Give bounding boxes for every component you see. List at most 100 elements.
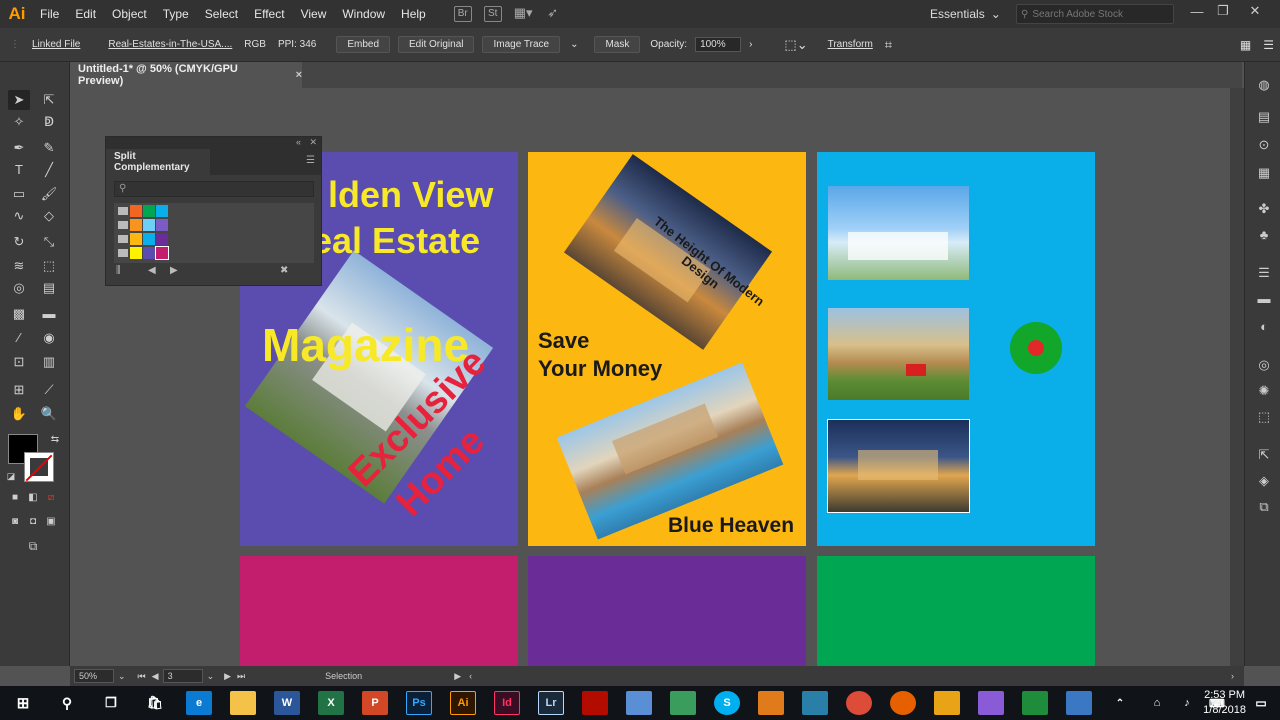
app-icon[interactable] xyxy=(626,691,652,715)
scale-tool-icon[interactable]: ⤡ xyxy=(38,232,60,252)
maximize-icon[interactable]: ❐ xyxy=(1210,0,1236,22)
embed-button[interactable]: Embed xyxy=(336,36,391,53)
gradient-tool-icon[interactable]: ▬ xyxy=(38,304,60,324)
swatch-libraries-icon[interactable]: ⫼ xyxy=(116,265,121,276)
stock-icon[interactable]: St xyxy=(483,6,502,22)
brushes-icon[interactable]: ✤ xyxy=(1255,200,1273,218)
libraries-icon[interactable]: ⊙ xyxy=(1255,136,1273,154)
gpu-icon[interactable]: ➶ xyxy=(544,6,562,22)
color-guide-icon[interactable]: ▦ xyxy=(1255,164,1273,182)
indesign-icon[interactable]: Id xyxy=(494,691,520,715)
photoshop-icon[interactable]: Ps xyxy=(406,691,432,715)
pool-house-photo[interactable] xyxy=(556,362,784,540)
menu-select[interactable]: Select xyxy=(197,0,246,28)
excel-icon[interactable]: X xyxy=(318,691,344,715)
split-complementary-tab[interactable]: Split Complementary xyxy=(106,149,210,175)
swatch[interactable] xyxy=(156,219,168,231)
beach-house-photo[interactable] xyxy=(828,186,969,280)
app-icon[interactable] xyxy=(670,691,696,715)
artboards-icon[interactable]: ⧉ xyxy=(1255,498,1273,516)
curvature-tool-icon[interactable]: ✎ xyxy=(38,138,60,158)
close-tab-icon[interactable]: × xyxy=(296,69,302,81)
swatch[interactable] xyxy=(156,233,168,245)
swatch[interactable] xyxy=(130,247,142,259)
swatch[interactable] xyxy=(156,205,168,217)
zoom-tool-icon[interactable]: 🔍 xyxy=(38,404,60,424)
acrobat-icon[interactable] xyxy=(582,691,608,715)
stroke-icon[interactable]: ☰ xyxy=(1255,264,1273,282)
panel-menu-icon[interactable]: ☰ xyxy=(1257,38,1280,52)
swatch-row[interactable] xyxy=(118,219,169,231)
gradient-icon[interactable]: ▬ xyxy=(1255,290,1273,308)
transform-link[interactable]: Transform xyxy=(822,39,879,50)
skype-icon[interactable]: S xyxy=(714,691,740,715)
arrange-icon[interactable]: ▦▾ xyxy=(514,6,533,22)
width-tool-icon[interactable]: ≋ xyxy=(8,256,30,276)
system-clock[interactable]: 2:53 PM 1/8/2018 xyxy=(1203,686,1246,720)
previous-icon[interactable]: ◀ xyxy=(148,265,156,276)
swatch[interactable] xyxy=(130,205,142,217)
menu-edit[interactable]: Edit xyxy=(67,0,104,28)
chevron-down-icon[interactable]: ⌄ xyxy=(118,671,126,682)
column-graph-tool-icon[interactable]: ▥ xyxy=(38,352,60,372)
menu-view[interactable]: View xyxy=(293,0,335,28)
lasso-tool-icon[interactable]: ↁ xyxy=(38,112,60,132)
blend-tool-icon[interactable]: ◉ xyxy=(38,328,60,348)
app-icon[interactable] xyxy=(1066,691,1092,715)
zoom-level-field[interactable]: 50% xyxy=(74,669,114,683)
file-explorer-icon[interactable] xyxy=(230,691,256,715)
app-icon[interactable] xyxy=(1022,691,1048,715)
type-tool-icon[interactable]: T xyxy=(8,160,30,180)
symbol-sprayer-tool-icon[interactable]: ⊡ xyxy=(8,352,30,372)
chevron-down-icon[interactable]: ⌄ xyxy=(207,671,215,682)
artboard-6[interactable] xyxy=(817,556,1095,666)
task-view-icon[interactable]: ❐ xyxy=(98,691,124,715)
close-icon[interactable]: ✕ xyxy=(309,137,317,148)
artboard-4[interactable] xyxy=(240,556,518,666)
artboard-5[interactable] xyxy=(528,556,806,666)
layers-stack-icon[interactable]: ◈ xyxy=(1255,472,1273,490)
word-icon[interactable]: W xyxy=(274,691,300,715)
store-icon[interactable]: 🛍 xyxy=(142,691,168,715)
close-icon[interactable]: ✕ xyxy=(1242,0,1268,22)
menu-help[interactable]: Help xyxy=(393,0,434,28)
swatch-search-input[interactable]: ⚲ xyxy=(114,181,314,197)
app-icon[interactable] xyxy=(802,691,828,715)
linked-file-name[interactable]: Real-Estates-in-The-USA.... xyxy=(102,39,238,50)
current-tool-status[interactable]: Selection xyxy=(325,671,362,681)
chevron-right-icon[interactable]: › xyxy=(743,39,758,50)
previous-artboard-icon[interactable]: ◀ xyxy=(152,671,159,682)
swatch[interactable] xyxy=(155,246,169,260)
chevron-down-icon[interactable]: ⌄ xyxy=(564,39,584,50)
network-icon[interactable]: ⌂ xyxy=(1144,691,1170,715)
search-icon[interactable]: ⚲ xyxy=(54,691,80,715)
lightroom-icon[interactable]: Lr xyxy=(538,691,564,715)
app-icon[interactable] xyxy=(758,691,784,715)
rotate-tool-icon[interactable]: ↻ xyxy=(8,232,30,252)
paintbrush-tool-icon[interactable]: 🖌 xyxy=(38,184,60,204)
swatch-row[interactable] xyxy=(118,246,169,260)
magic-wand-tool-icon[interactable]: ✧ xyxy=(8,112,30,132)
free-transform-tool-icon[interactable]: ⬚ xyxy=(38,256,60,276)
direct-selection-tool-icon[interactable]: ⇱ xyxy=(38,90,60,110)
volume-icon[interactable]: ♪ xyxy=(1174,691,1200,715)
color-icon[interactable]: ◍ xyxy=(1255,76,1273,94)
swatch[interactable] xyxy=(143,205,155,217)
export-icon[interactable]: ⇱ xyxy=(1255,446,1273,464)
mask-button[interactable]: Mask xyxy=(594,36,641,53)
swap-fill-stroke-icon[interactable]: ⇆ xyxy=(44,430,66,450)
opacity-field[interactable] xyxy=(695,37,742,52)
appearance-icon[interactable]: ◎ xyxy=(1255,356,1273,374)
menu-window[interactable]: Window xyxy=(334,0,393,28)
illustrator-icon[interactable]: Ai xyxy=(450,691,476,715)
swatch[interactable] xyxy=(143,219,155,231)
draw-inside-icon[interactable]: ▣ xyxy=(40,512,62,532)
arrange-documents-icon[interactable]: ▦ xyxy=(1234,38,1257,52)
swatch-row[interactable] xyxy=(118,205,169,217)
collapse-icon[interactable]: « xyxy=(296,137,301,147)
selected-house-photo[interactable] xyxy=(827,419,970,513)
menu-object[interactable]: Object xyxy=(104,0,155,28)
swatch[interactable] xyxy=(130,219,142,231)
menu-effect[interactable]: Effect xyxy=(246,0,292,28)
default-colors-icon[interactable]: ◪ xyxy=(0,466,22,486)
